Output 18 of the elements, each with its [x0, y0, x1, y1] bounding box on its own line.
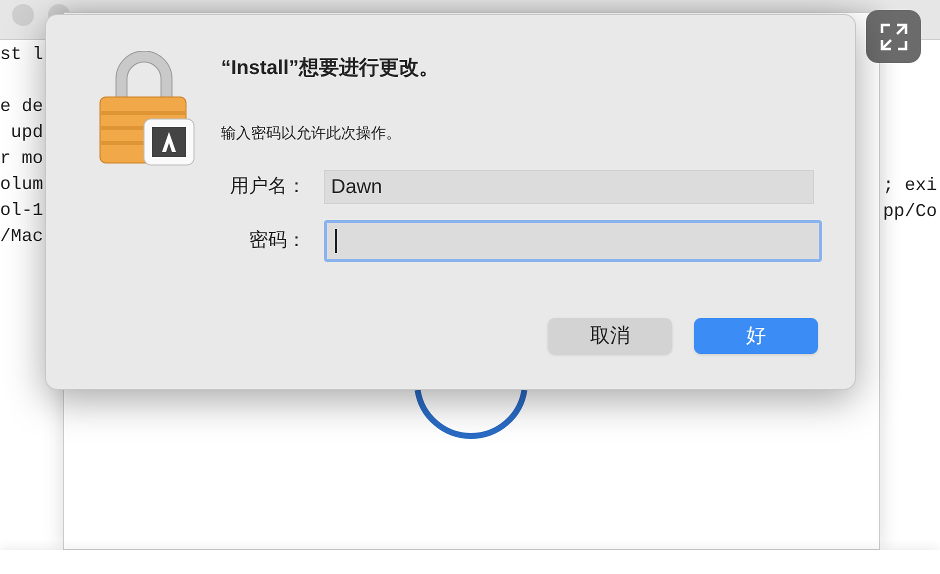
input-field[interactable]: Dawn	[324, 170, 814, 204]
field-label: 用户名：	[229, 174, 306, 199]
terminal-line: /Mac	[0, 226, 44, 249]
terminal-line: ol-1	[0, 200, 44, 223]
expand-button[interactable]	[866, 10, 921, 63]
terminal-line: pp/Co	[883, 201, 938, 224]
field-label: 密码：	[248, 228, 306, 253]
terminal-line: ; exi	[883, 175, 938, 198]
terminal-line: olum	[0, 174, 44, 197]
terminal-line: e de	[0, 96, 44, 119]
terminal-line: r mo	[0, 148, 44, 171]
input-field[interactable]	[324, 220, 822, 262]
cancel-button[interactable]: 取消	[548, 318, 672, 354]
dialog-title: “Install”想要进行更改。	[221, 56, 439, 81]
terminal-line: st l	[0, 44, 44, 67]
terminal-line: upd	[10, 122, 44, 145]
expand-icon	[880, 22, 908, 50]
dialog-message: 输入密码以允许此次操作。	[221, 124, 401, 144]
